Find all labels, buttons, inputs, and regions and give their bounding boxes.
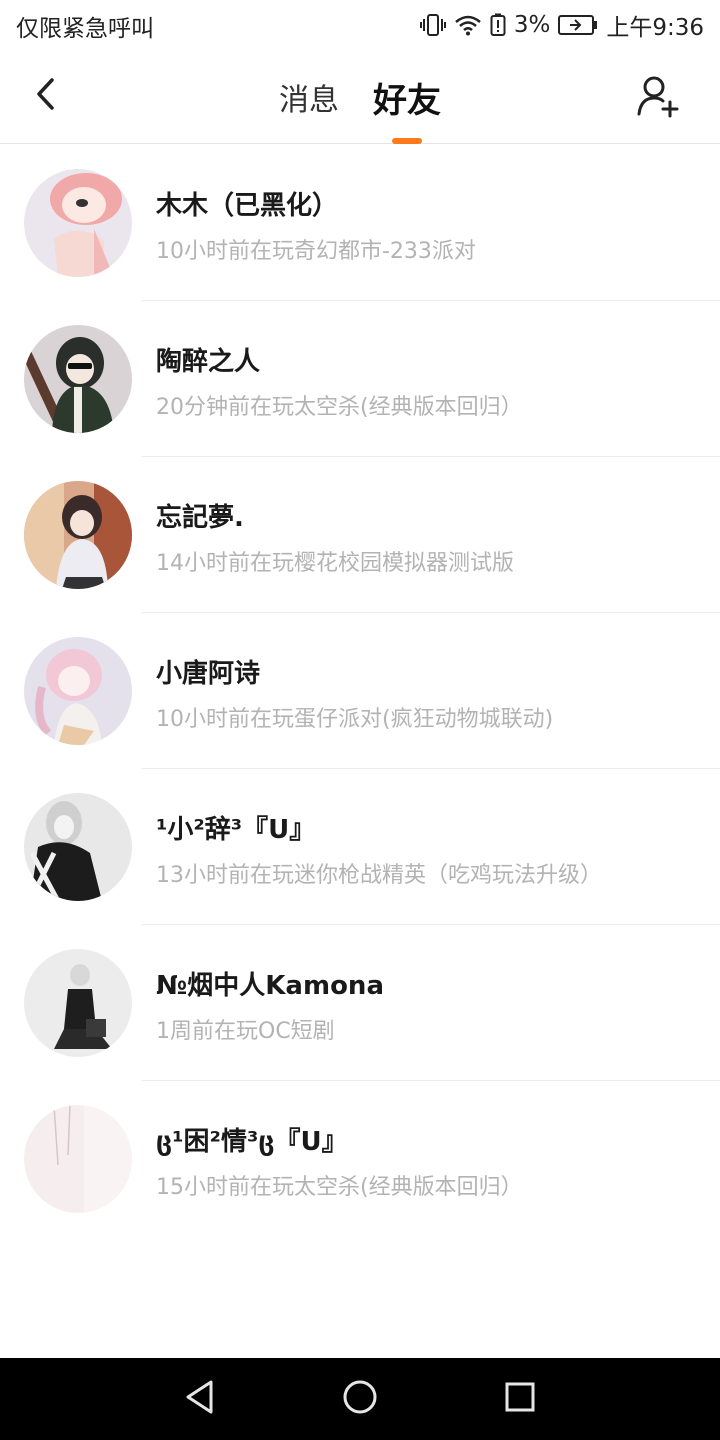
carrier-status-text: 仅限紧急呼叫 (16, 16, 154, 42)
friend-item[interactable]: 忘記夢. 14小时前在玩樱花校园模拟器测试版 (0, 457, 720, 613)
avatar (24, 793, 132, 901)
friend-name: 木木（已黑化） (156, 191, 339, 221)
battery-percent: 3% (513, 12, 551, 38)
friend-item[interactable]: 木木（已黑化） 10小时前在玩奇幻都市-233派对 (0, 145, 720, 301)
add-friend-icon (636, 74, 680, 122)
friend-name: 陶醉之人 (156, 347, 261, 377)
header: 消息 好友 (0, 50, 720, 144)
wifi-icon (454, 14, 482, 36)
avatar (24, 949, 132, 1057)
back-triangle-icon (183, 1379, 217, 1419)
battery-icon (558, 14, 598, 36)
friend-name: №烟中人Kamona (156, 971, 384, 1001)
friend-name: 小唐阿诗 (156, 659, 261, 689)
friend-name: ¹小²辞³『U』 (156, 815, 316, 845)
status-icons: 3% 上午9:36 (419, 8, 704, 42)
nav-back-button[interactable] (176, 1375, 224, 1423)
friend-item[interactable]: №烟中人Kamona 1周前在玩OC短剧 (0, 925, 720, 1081)
clock: 上午9:36 (606, 15, 704, 41)
add-friend-button[interactable] (634, 74, 682, 122)
friend-item[interactable]: 小唐阿诗 10小时前在玩蛋仔派对(疯狂动物城联动) (0, 613, 720, 769)
avatar (24, 1105, 132, 1213)
avatar (24, 481, 132, 589)
system-nav-bar (0, 1358, 720, 1440)
avatar (24, 637, 132, 745)
friend-item[interactable]: ც¹困²情³ც『U』 15小时前在玩太空杀(经典版本回归） (0, 1081, 720, 1237)
friend-list: 木木（已黑化） 10小时前在玩奇幻都市-233派对 陶醉之人 20分钟前在玩太空… (0, 145, 720, 1237)
avatar (24, 325, 132, 433)
nav-home-button[interactable] (336, 1375, 384, 1423)
tab-messages[interactable]: 消息 (279, 50, 339, 144)
friend-item[interactable]: ¹小²辞³『U』 13小时前在玩迷你枪战精英（吃鸡玩法升级） (0, 769, 720, 925)
tab-friends[interactable]: 好友 (373, 50, 441, 144)
friend-item[interactable]: 陶醉之人 20分钟前在玩太空杀(经典版本回归） (0, 301, 720, 457)
friend-status: 10小时前在玩蛋仔派对(疯狂动物城联动) (156, 707, 554, 732)
tab-messages-label: 消息 (279, 83, 339, 118)
tab-friends-label: 好友 (373, 80, 441, 121)
friend-status: 14小时前在玩樱花校园模拟器测试版 (156, 551, 514, 576)
vibrate-icon (419, 13, 446, 37)
friend-status: 15小时前在玩太空杀(经典版本回归） (156, 1175, 523, 1200)
friend-name: 忘記夢. (156, 503, 244, 533)
friend-status: 13小时前在玩迷你枪战精英（吃鸡玩法升级） (156, 863, 602, 888)
recents-square-icon (504, 1381, 536, 1417)
nav-recents-button[interactable] (496, 1375, 544, 1423)
tab-bar: 消息 好友 (0, 50, 720, 144)
status-bar: 仅限紧急呼叫 3% 上午9:36 (0, 0, 720, 50)
battery-saver-icon (490, 13, 506, 37)
friend-status: 10小时前在玩奇幻都市-233派对 (156, 239, 476, 264)
friend-name: ც¹困²情³ც『U』 (156, 1127, 348, 1157)
friend-status: 1周前在玩OC短剧 (156, 1019, 335, 1044)
active-tab-indicator (392, 138, 422, 144)
home-circle-icon (342, 1379, 378, 1419)
avatar (24, 169, 132, 277)
friend-status: 20分钟前在玩太空杀(经典版本回归） (156, 395, 523, 420)
